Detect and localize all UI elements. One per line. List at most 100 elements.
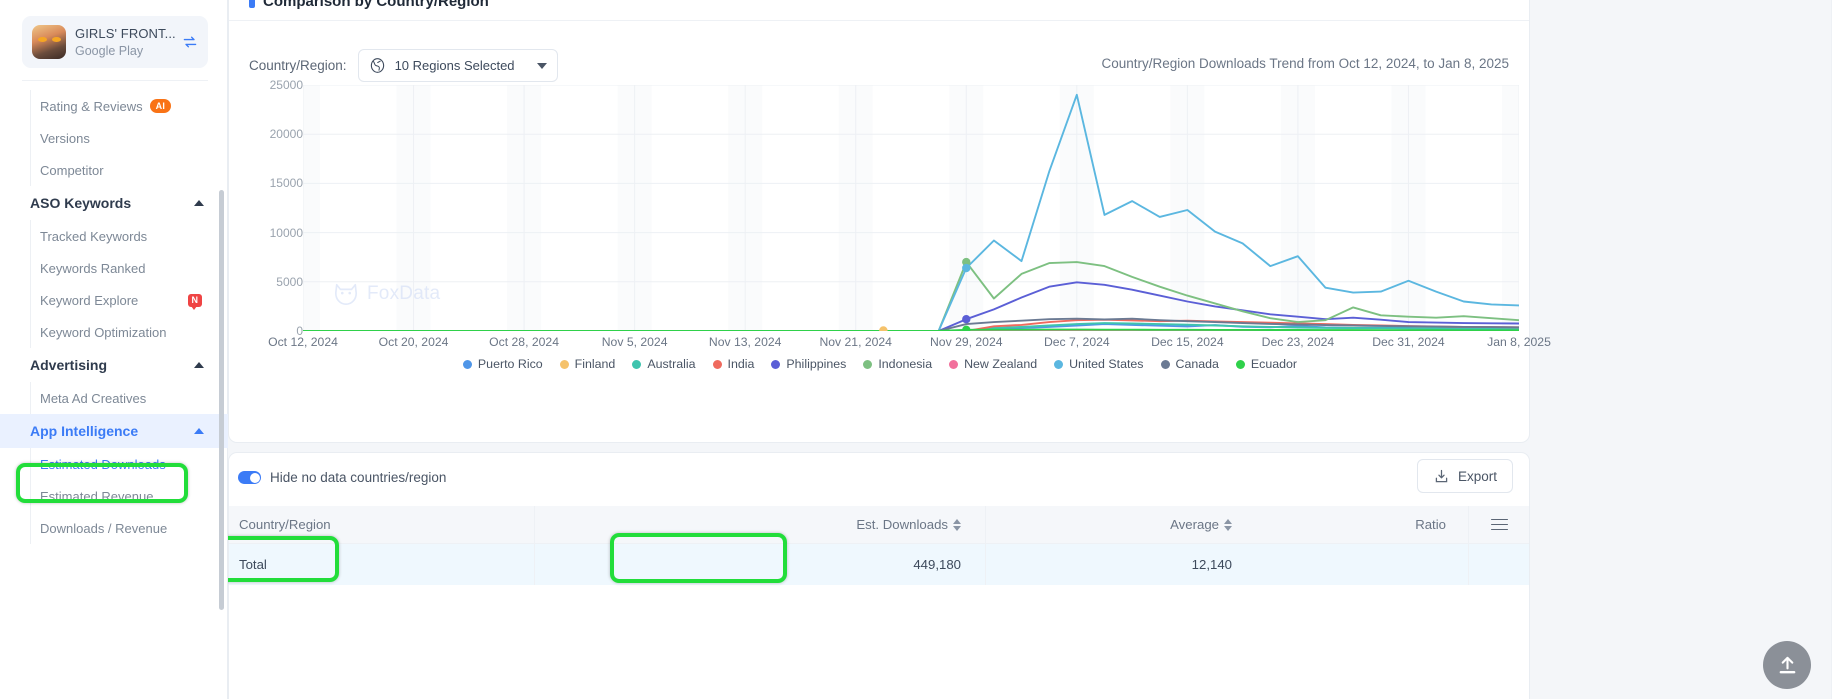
app-screen: GIRLS' FRONT... Google Play Rating & Rev… [0,0,1841,699]
page-scroll-rail[interactable] [1831,0,1841,699]
legend-item-finland[interactable]: Finland [559,357,615,371]
column-header-average[interactable]: Average [986,517,1246,532]
sidebar-item-label: Meta Ad Creatives [40,390,147,406]
export-label: Export [1457,468,1497,484]
app-switcher-card[interactable]: GIRLS' FRONT... Google Play [22,16,208,68]
app-name: GIRLS' FRONT... [75,26,176,41]
chart-plot-area [303,85,1519,331]
x-axis-tick: Nov 13, 2024 [708,335,782,349]
sidebar-group-advertising[interactable]: Advertising [0,348,228,382]
sidebar-item-label: Versions [40,130,90,146]
ai-badge: AI [149,99,172,113]
sidebar-item-label: Downloads / Revenue [40,520,168,536]
sidebar-group-label: Advertising [30,357,108,373]
legend-item-india[interactable]: India [712,357,755,371]
legend-color-dot [559,359,569,369]
legend-label: Canada [1175,357,1219,371]
legend-item-indonesia[interactable]: Indonesia [863,357,932,371]
column-header-country[interactable]: Country/Region [229,517,534,532]
table-header-row: Country/Region Est. Downloads Average Ra… [229,506,1529,544]
legend-item-united-states[interactable]: United States [1054,357,1144,371]
legend-item-canada[interactable]: Canada [1160,357,1219,371]
sidebar-scrollbar[interactable] [219,190,224,610]
hide-no-data-toggle[interactable] [238,471,261,484]
y-axis-tick: 10000 [269,225,303,240]
legend-color-dot [462,359,472,369]
legend-color-dot [771,359,781,369]
sort-icon[interactable] [1224,518,1232,531]
export-button[interactable]: Export [1416,459,1513,493]
sidebar-item-label: Keyword Explore [40,292,139,308]
series-line-indonesia [303,261,1519,331]
column-header-average-label: Average [1170,517,1219,532]
legend-color-dot [863,359,873,369]
legend-item-ecuador[interactable]: Ecuador [1235,357,1298,371]
sidebar-item-meta-ad-creatives[interactable]: Meta Ad Creatives [0,382,228,414]
legend-color-dot [1054,359,1064,369]
swap-icon[interactable] [182,34,198,50]
x-axis-tick: Jan 8, 2025 [1487,335,1551,349]
legend-item-new-zealand[interactable]: New Zealand [949,357,1037,371]
x-axis-tick: Dec 23, 2024 [1261,335,1335,349]
legend-item-philippines[interactable]: Philippines [771,357,846,371]
legend-label: Puerto Rico [477,357,543,371]
cell-downloads: 449,180 [913,557,961,572]
sidebar-item-competitor[interactable]: Competitor [0,154,228,186]
sidebar-item-estimated-revenue[interactable]: Estimated Revenue [0,480,228,512]
x-axis-tick: Nov 29, 2024 [930,335,1003,349]
scroll-to-top-button[interactable] [1763,641,1811,689]
hide-no-data-label: Hide no data countries/region [270,470,447,485]
sidebar-item-keyword-optimization[interactable]: Keyword Optimization [0,316,228,348]
table-row[interactable]: Total 449,180 12,140 [229,544,1529,585]
sidebar-item-keyword-explore[interactable]: Keyword Explore N [0,284,228,316]
legend-label: India [727,357,755,371]
downloads-line-chart: 0 5000 10000 15000 20000 25000 FoxData Oct 12… [241,78,1551,385]
series-line-united-states [303,93,1519,331]
x-axis-tick: Oct 20, 2024 [378,335,449,349]
sort-icon[interactable] [953,518,961,531]
legend-label: New Zealand [964,357,1038,371]
chevron-up-icon [194,200,204,206]
column-header-ratio[interactable]: Ratio [1246,517,1468,532]
legend-label: Australia [647,357,696,371]
sidebar-group-label: ASO Keywords [30,195,132,211]
y-axis-tick: 25000 [269,78,303,92]
sidebar-item-label: Keyword Optimization [40,324,167,340]
y-axis: 0 5000 10000 15000 20000 25000 [241,78,303,338]
legend-item-australia[interactable]: Australia [632,357,696,371]
region-select-value: 10 Regions Selected [394,58,515,73]
column-header-downloads[interactable]: Est. Downloads [535,517,985,532]
new-badge: N [187,293,202,310]
y-axis-tick: 5000 [276,274,303,289]
main-content: Comparison by Country/Region Country/Reg… [228,0,1841,699]
column-separator [1468,544,1469,585]
sidebar-item-estimated-downloads[interactable]: Estimated Downloads [0,448,228,480]
sidebar-group-app-intelligence[interactable]: App Intelligence [0,414,228,448]
country-region-label: Country/Region: [249,58,347,73]
comparison-chart-card: Comparison by Country/Region Country/Reg… [228,0,1551,443]
chart-title-text: Comparison by Country/Region [263,0,489,10]
chart-legend: Puerto Rico Finland Australia India Philippi… [241,357,1519,371]
sidebar-divider [22,80,208,81]
chart-panel-title: Comparison by Country/Region [249,0,489,10]
region-select[interactable]: 10 Regions Selected [357,49,558,82]
x-axis-tick: Dec 7, 2024 [1043,335,1110,349]
sidebar-item-versions[interactable]: Versions [0,122,228,154]
downloads-table: Country/Region Est. Downloads Average Ra… [229,506,1529,585]
legend-label: Ecuador [1250,357,1298,371]
sidebar-item-tracked-keywords[interactable]: Tracked Keywords [0,220,228,252]
hide-no-data-toggle-row: Hide no data countries/region [238,470,446,485]
x-axis-tick: Dec 15, 2024 [1151,335,1224,349]
table-menu-button[interactable] [1469,515,1529,533]
sidebar-item-label: Competitor [40,162,104,178]
chevron-up-icon [194,362,204,368]
sidebar-item-rating-reviews[interactable]: Rating & Reviews AI [0,90,228,122]
sidebar-item-downloads-revenue[interactable]: Downloads / Revenue [0,512,228,544]
y-axis-tick: 20000 [269,127,303,142]
sidebar-item-keywords-ranked[interactable]: Keywords Ranked [0,252,228,284]
sidebar-group-aso-keywords[interactable]: ASO Keywords [0,186,228,220]
legend-item-puerto-rico[interactable]: Puerto Rico [462,357,543,371]
legend-label: Philippines [786,357,847,371]
chart-band [303,85,320,331]
legend-color-dot [949,359,959,369]
